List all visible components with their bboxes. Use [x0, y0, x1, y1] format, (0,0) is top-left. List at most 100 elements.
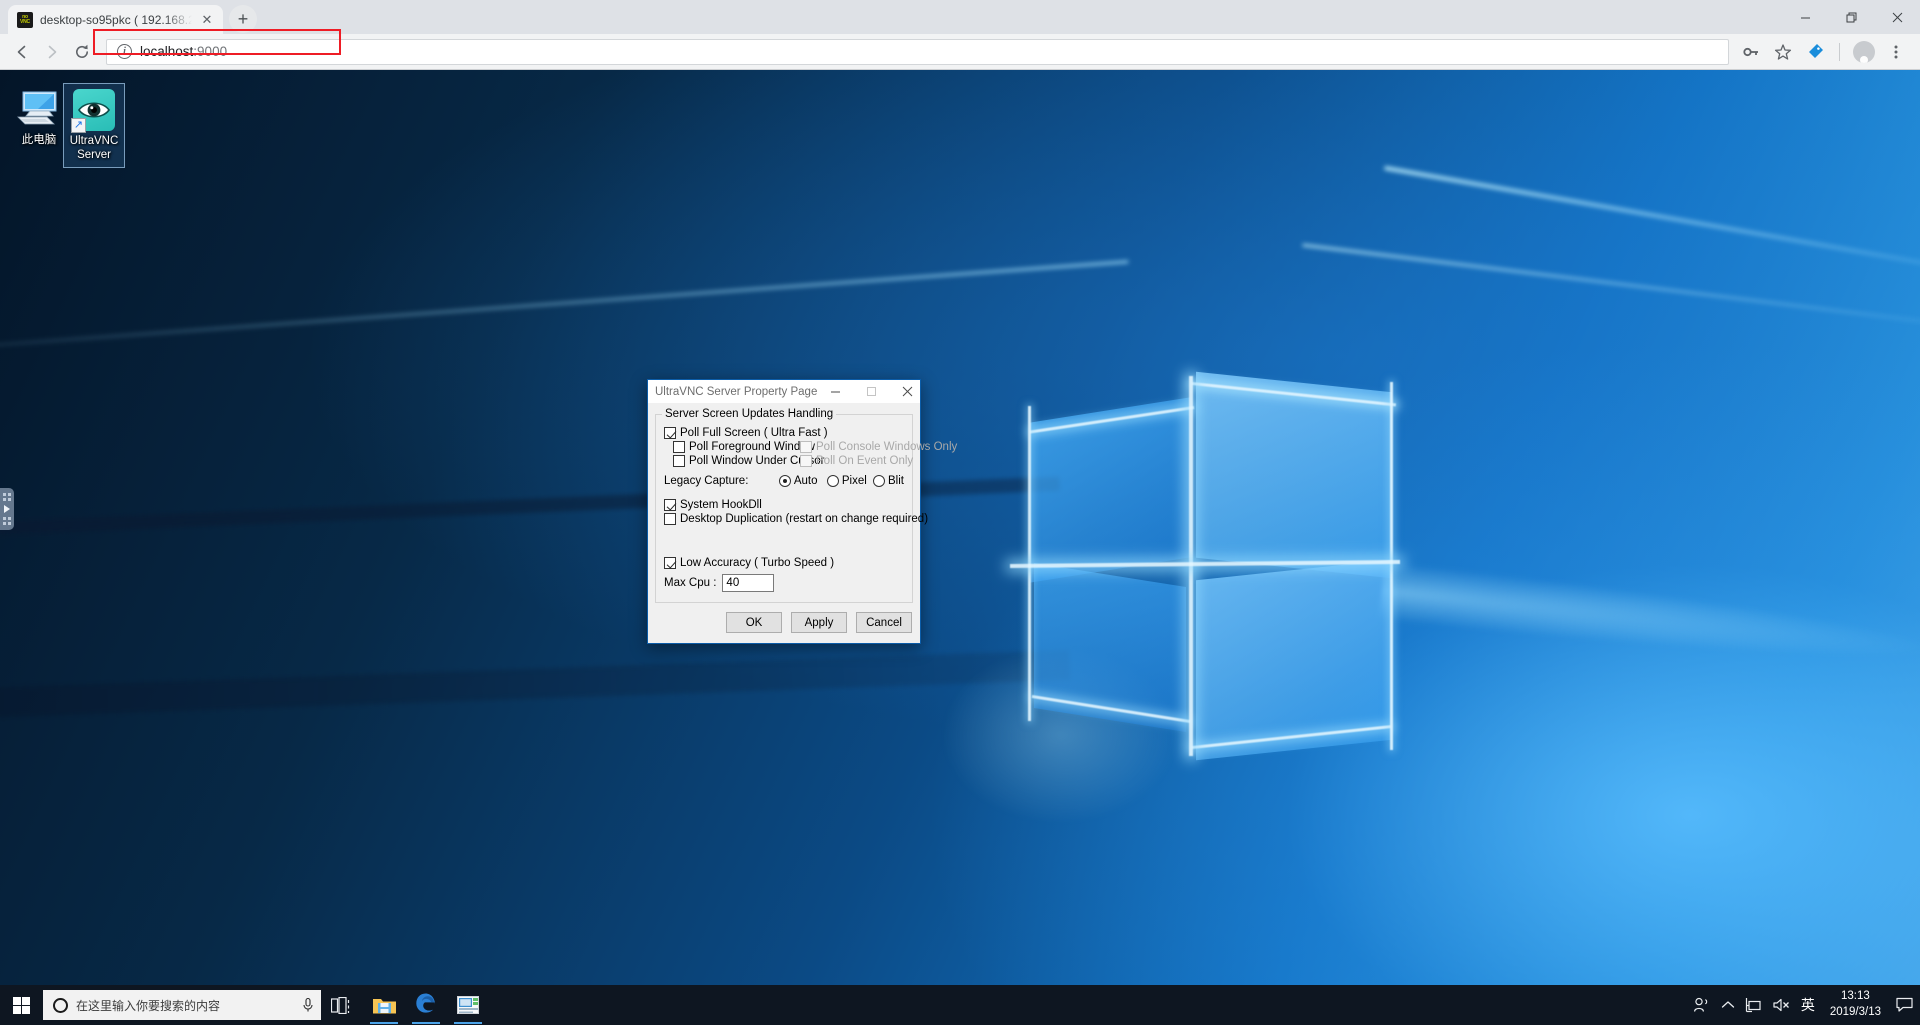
forward-button[interactable]	[38, 38, 66, 66]
taskbar-search-box[interactable]: 在这里输入你要搜索的内容	[43, 990, 321, 1020]
avatar	[1853, 40, 1875, 63]
dialog-close-button[interactable]	[889, 380, 925, 403]
search-placeholder: 在这里输入你要搜索的内容	[76, 998, 221, 1013]
poll-window-under-cursor-checkbox[interactable]: Poll Window Under Cursor	[673, 455, 825, 467]
address-bar[interactable]: i localhost:9000	[106, 38, 1729, 65]
clock-time: 13:13	[1841, 990, 1870, 1003]
url-port: :9000	[193, 44, 228, 59]
row-legacy-capture: Legacy Capture: Auto Pixel Blit	[664, 475, 904, 487]
window-minimize-button[interactable]	[1782, 0, 1828, 34]
chrome-browser-window: no VNC desktop-so95pkc ( 192.168.2.1 ✕ +	[0, 0, 1920, 1025]
start-button[interactable]	[0, 985, 42, 1025]
computer-icon	[16, 90, 62, 130]
desktop-icon-label: UltraVNC Server	[69, 135, 119, 162]
url-host: localhost	[140, 44, 194, 59]
poll-full-screen-checkbox[interactable]: Poll Full Screen ( Ultra Fast )	[664, 427, 828, 439]
ok-button[interactable]: OK	[726, 612, 782, 633]
search-ring-icon	[53, 997, 68, 1013]
server-screen-updates-group: Server Screen Updates Handling Poll Full…	[655, 408, 957, 603]
windows-taskbar: 在这里输入你要搜索的内容 英 13:13 2019/3/13	[0, 985, 1920, 1025]
checkbox-label: Desktop Duplication (restart on change r…	[680, 513, 929, 525]
low-accuracy-checkbox[interactable]: Low Accuracy ( Turbo Speed )	[664, 557, 834, 569]
tray-show-hidden-icons[interactable]	[1715, 985, 1741, 1025]
profile-avatar[interactable]	[1850, 38, 1878, 66]
radio-circle	[778, 475, 791, 487]
info-circle-icon[interactable]: i	[117, 44, 132, 59]
bookmark-star-icon[interactable]	[1769, 38, 1797, 66]
address-bar-url: localhost:9000	[140, 44, 227, 59]
dialog-title-bar[interactable]: UltraVNC Server Property Page	[648, 380, 920, 403]
back-button[interactable]	[8, 38, 36, 66]
expand-arrow-icon	[4, 505, 10, 513]
tray-ime-icon[interactable]: 英	[1795, 985, 1821, 1025]
legacy-capture-auto-radio[interactable]: Auto	[778, 475, 827, 487]
extension-tag-icon[interactable]	[1801, 38, 1829, 66]
checkbox-label: Poll Foreground Window	[689, 441, 815, 453]
dialog-title: UltraVNC Server Property Page	[655, 385, 818, 398]
radio-label: Pixel	[841, 475, 867, 487]
edge-icon	[414, 991, 438, 1019]
tray-volume-muted-icon[interactable]	[1768, 985, 1795, 1025]
system-hookdll-checkbox[interactable]: System HookDll	[664, 499, 762, 511]
apply-button[interactable]: Apply	[791, 612, 847, 633]
checkbox-label: Poll Full Screen ( Ultra Fast )	[680, 427, 828, 439]
dialog-footer: OK Apply Cancel	[648, 603, 920, 643]
desktop-icon-label: 此电脑	[21, 134, 57, 146]
vnc-window-icon	[457, 996, 479, 1014]
row-desktop-duplication: Desktop Duplication (restart on change r…	[664, 513, 928, 525]
checkbox-box	[800, 455, 812, 467]
novnc-control-bar-handle[interactable]	[0, 488, 14, 530]
window-restore-button[interactable]	[1828, 0, 1874, 34]
desktop-icon-this-pc[interactable]: 此电脑	[7, 90, 71, 147]
drag-dots-icon	[3, 493, 11, 501]
poll-console-windows-only-checkbox: Poll Console Windows Only	[800, 441, 957, 453]
system-tray: 英 13:13 2019/3/13	[1689, 985, 1920, 1025]
max-cpu-label: Max Cpu :	[664, 577, 717, 589]
ultravnc-eye-icon: ↗	[71, 89, 115, 133]
dialog-body: Server Screen Updates Handling Poll Full…	[648, 403, 957, 603]
legacy-capture-pixel-radio[interactable]: Pixel	[826, 475, 873, 487]
desktop-duplication-checkbox[interactable]: Desktop Duplication (restart on change r…	[664, 513, 928, 525]
checkbox-box	[673, 441, 685, 453]
window-close-button[interactable]	[1874, 0, 1920, 34]
taskbar-ultravnc-window[interactable]	[447, 985, 489, 1025]
task-view-button[interactable]	[321, 985, 363, 1025]
reload-button[interactable]	[68, 38, 96, 66]
microphone-icon[interactable]	[301, 997, 315, 1013]
desktop-icon-ultravnc-server[interactable]: ↗ UltraVNC Server	[63, 83, 125, 168]
dialog-minimize-button[interactable]	[817, 380, 853, 403]
browser-toolbar: i localhost:9000	[0, 34, 1920, 70]
taskbar-microsoft-edge[interactable]	[405, 985, 447, 1025]
window-controls	[1782, 0, 1920, 34]
checkbox-label: Poll Console Windows Only	[816, 441, 958, 453]
new-tab-button[interactable]: +	[229, 5, 257, 33]
taskbar-clock[interactable]: 13:13 2019/3/13	[1821, 985, 1890, 1025]
tab-close-icon[interactable]: ✕	[199, 12, 215, 28]
browser-tab-title: desktop-so95pkc ( 192.168.2.1	[40, 12, 192, 27]
cancel-button[interactable]: Cancel	[856, 612, 912, 633]
radio-circle	[873, 475, 886, 487]
max-cpu-input[interactable]	[722, 574, 775, 592]
row-poll-foreground: Poll Foreground Window Poll Console Wind…	[664, 441, 957, 453]
row-max-cpu: Max Cpu :	[664, 574, 904, 592]
ultravnc-property-dialog: UltraVNC Server Property Page Server Scr…	[647, 379, 957, 644]
taskbar-file-explorer[interactable]	[363, 985, 405, 1025]
browser-tab-novnc[interactable]: no VNC desktop-so95pkc ( 192.168.2.1 ✕	[8, 5, 223, 34]
checkbox-label: Low Accuracy ( Turbo Speed )	[680, 557, 835, 569]
chrome-menu-button[interactable]	[1882, 38, 1910, 66]
poll-foreground-window-checkbox[interactable]: Poll Foreground Window	[673, 441, 815, 453]
clock-date: 2019/3/13	[1829, 1006, 1881, 1018]
notification-center-button[interactable]	[1890, 985, 1918, 1025]
row-system-hookdll: System HookDll	[664, 499, 904, 511]
folder-icon	[372, 996, 396, 1015]
legacy-capture-label: Legacy Capture:	[664, 475, 749, 487]
row-low-accuracy: Low Accuracy ( Turbo Speed )	[664, 557, 904, 569]
password-key-icon[interactable]	[1737, 38, 1765, 66]
tray-people-icon[interactable]	[1689, 985, 1715, 1025]
tray-network-icon[interactable]	[1741, 985, 1768, 1025]
dialog-maximize-button	[853, 380, 889, 403]
checkbox-box	[664, 499, 676, 511]
vnc-remote-desktop-viewport[interactable]: 此电脑 ↗ UltraVNC Server UltraVNC Server Pr…	[0, 70, 1920, 1025]
browser-tab-strip: no VNC desktop-so95pkc ( 192.168.2.1 ✕ +	[0, 0, 1920, 34]
legacy-capture-blit-radio[interactable]: Blit	[873, 475, 904, 487]
